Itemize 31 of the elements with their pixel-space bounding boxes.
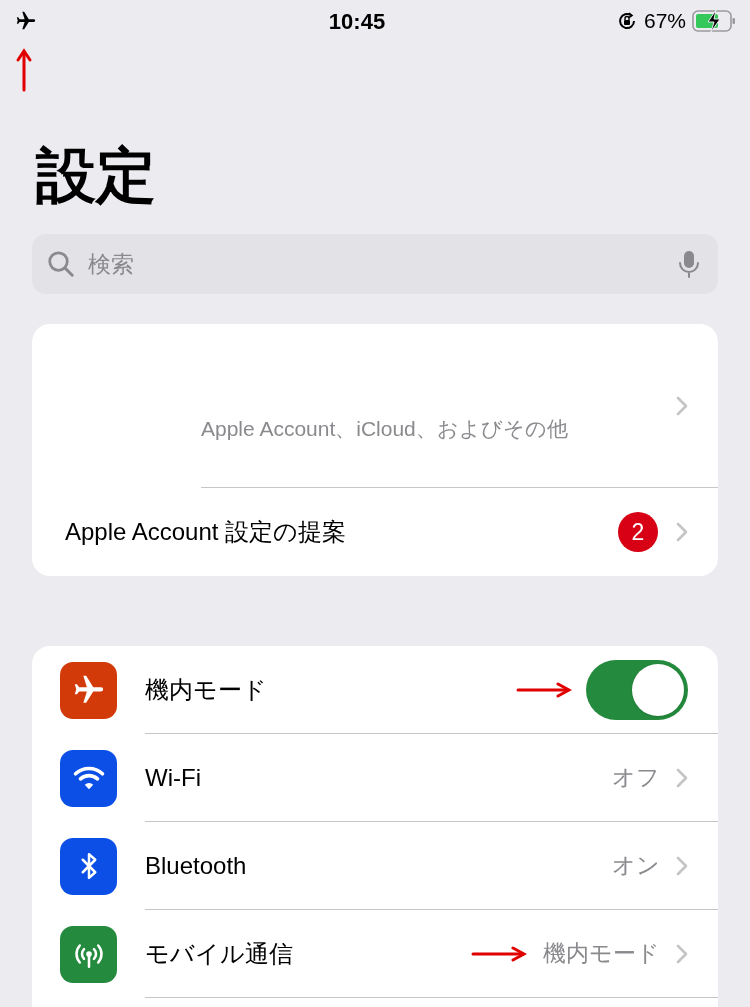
battery-charging-icon bbox=[692, 9, 736, 33]
setting-label: Wi-Fi bbox=[145, 762, 202, 793]
microphone-icon bbox=[678, 249, 700, 279]
notification-badge: 2 bbox=[618, 512, 658, 552]
settings-row[interactable]: モバイル通信 機内モード bbox=[32, 910, 718, 998]
chevron-icon bbox=[676, 855, 688, 876]
chevron-icon bbox=[676, 522, 688, 542]
annotation-arrow bbox=[516, 680, 572, 699]
settings-row[interactable]: Bluetooth オン bbox=[32, 822, 718, 910]
search-field[interactable]: 検索 bbox=[32, 234, 718, 294]
settings-row[interactable]: 機内モード bbox=[32, 646, 718, 734]
setting-label: Bluetooth bbox=[145, 850, 248, 881]
setting-value: オン bbox=[612, 851, 660, 881]
annotation-arrow bbox=[471, 944, 527, 963]
setting-value: 機内モード bbox=[543, 939, 660, 969]
chevron-icon bbox=[676, 395, 688, 416]
chevron-icon bbox=[676, 943, 688, 964]
page-title: 設定 bbox=[34, 141, 157, 211]
setting-label: モバイル通信 bbox=[145, 938, 294, 969]
search-icon bbox=[46, 249, 76, 279]
settings-row[interactable]: Wi-Fi オフ bbox=[32, 734, 718, 822]
suggestion-row[interactable]: Apple Account 設定の提案 2 bbox=[32, 488, 718, 576]
airplane-icon bbox=[14, 10, 38, 32]
setting-label: 機内モード bbox=[145, 674, 268, 705]
chevron-icon bbox=[676, 767, 688, 788]
battery-percent: 67% bbox=[643, 8, 686, 35]
annotation-arrow bbox=[16, 48, 32, 92]
status-time: 10:45 bbox=[328, 7, 386, 36]
setting-value: オフ bbox=[612, 763, 660, 793]
account-subtitle: Apple Account、iCloud、およびその他 bbox=[201, 415, 569, 442]
suggestion-label: Apple Account 設定の提案 bbox=[65, 517, 348, 547]
